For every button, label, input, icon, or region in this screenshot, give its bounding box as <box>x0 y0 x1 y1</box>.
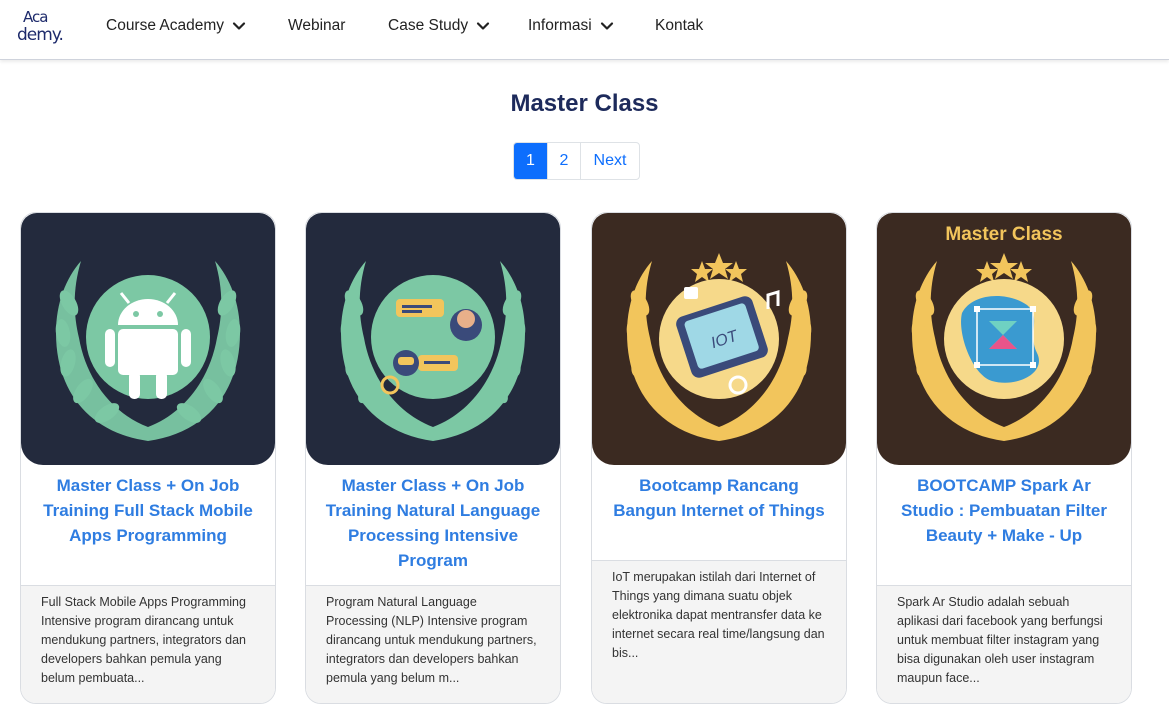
spark-ar-icon: Master Class <box>877 213 1131 465</box>
nav-kontak[interactable]: Kontak <box>655 17 703 35</box>
nav-course-academy[interactable]: Course Academy <box>106 17 246 35</box>
course-thumbnail[interactable]: IOT <box>592 213 846 465</box>
page-title: Master Class <box>510 90 659 117</box>
chevron-down-icon <box>477 22 490 30</box>
course-thumbnail[interactable] <box>306 213 560 465</box>
nav-webinar[interactable]: Webinar <box>288 17 345 35</box>
next-page-button[interactable]: Next <box>580 143 639 179</box>
android-icon <box>21 213 275 465</box>
academy-logo[interactable]: Aca demy. <box>17 8 64 52</box>
course-description: Spark Ar Studio adalah sebuah aplikasi d… <box>877 585 1131 703</box>
course-card[interactable]: Master Class BOOTCAMP Spark Ar Studio: … <box>876 212 1132 704</box>
course-title[interactable]: BOOTCAMP Spark Ar Studio : Pembuatan Fil… <box>891 473 1117 548</box>
course-card[interactable]: Master Class + On Job Training Full Stac… <box>20 212 276 704</box>
iot-tablet-icon: IOT <box>592 213 846 465</box>
chevron-down-icon <box>232 22 246 30</box>
course-title[interactable]: Bootcamp Rancang Bangun Internet of Thin… <box>606 473 832 523</box>
course-title[interactable]: Master Class + On Job Training Full Stac… <box>35 473 261 548</box>
page-2-button[interactable]: 2 <box>547 143 580 179</box>
course-description: IoT merupakan istilah dari Internet of T… <box>592 560 846 703</box>
course-thumbnail[interactable]: Master Class <box>877 213 1131 465</box>
course-description: Program Natural Language Processing (NLP… <box>306 585 560 703</box>
course-card[interactable]: Master Class + On Job Training Natural L… <box>305 212 561 704</box>
page-1-button[interactable]: 1 <box>514 143 547 179</box>
course-title[interactable]: Master Class + On Job Training Natural L… <box>320 473 546 573</box>
chevron-down-icon <box>600 22 613 30</box>
nlp-chat-icon <box>306 213 560 465</box>
course-card[interactable]: IOT Bootcamp Rancang Bangun Internet of … <box>591 212 847 704</box>
pagination: 1 2 Next <box>513 142 640 180</box>
image-caption: Master Class <box>945 224 1062 245</box>
course-description: Full Stack Mobile Apps Programming Inten… <box>21 585 275 703</box>
nav-case-study[interactable]: Case Study <box>388 17 490 35</box>
course-thumbnail[interactable] <box>21 213 275 465</box>
top-navbar: Aca demy. Course Academy Webinar Case St… <box>0 0 1169 60</box>
nav-informasi[interactable]: Informasi <box>528 17 614 35</box>
